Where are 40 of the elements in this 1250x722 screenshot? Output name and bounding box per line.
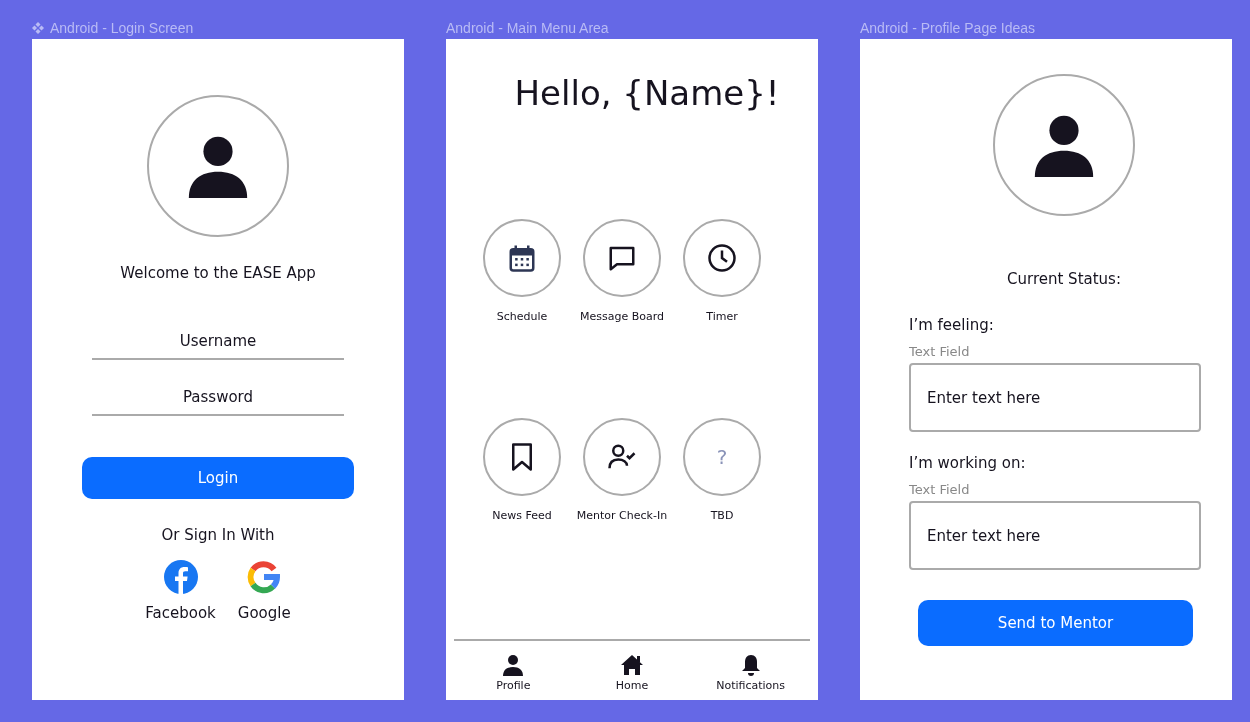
menu-tile-button[interactable] [483,219,561,297]
text-field[interactable]: Password [92,360,344,416]
provider-label[interactable]: Google [237,604,291,622]
nav-item[interactable]: Notifications [695,653,806,692]
text-input-field[interactable]: Enter text here [909,363,1201,432]
send-to-mentor-button[interactable]: Send to Mentor [918,600,1193,646]
clock-icon [707,243,737,273]
text-input-field[interactable]: Enter text here [909,501,1201,570]
text-field[interactable]: Username [92,312,344,360]
menu-tile-button[interactable] [583,219,661,297]
welcome-text: Welcome to the EASE App [120,264,316,282]
field-label: I’m feeling: [909,316,995,334]
nav-item[interactable]: Profile [458,653,569,692]
menu-tile-button[interactable] [483,418,561,496]
tile-label: Message Board [578,310,665,325]
tile-label: Mentor Check-In [576,509,668,524]
home-icon [620,653,644,677]
tile-label: TBD [709,509,735,524]
tile-label: Timer [705,310,739,325]
provider-label[interactable]: Facebook [145,604,216,622]
tile-label: Schedule [495,310,549,325]
facebook-logo-icon [163,560,198,594]
frame-title: Android - Main Menu Area [446,19,609,36]
sign-in-prompt: Or Sign In With [161,526,275,544]
field-label: I’m working on: [909,454,1027,472]
calendar-icon [507,243,537,273]
person-icon [501,653,526,677]
frame-title: Android - Profile Page Ideas [860,19,1036,36]
menu-tile-button[interactable] [683,219,761,297]
nav-item[interactable]: Home [577,653,687,692]
status-heading: Current Status: [1006,270,1122,288]
google-logo-icon [247,560,282,594]
login-button[interactable]: Login [82,457,354,499]
frame-title: Android - Login Screen [50,19,194,36]
tile-label: News Feed [491,509,553,524]
question-mark-icon: ? [716,445,728,469]
field-hint: Text Field [909,482,971,497]
greeting-heading: Hello, {Name}! [513,73,780,113]
menu-tile-button[interactable] [583,418,661,496]
field-hint: Text Field [909,344,971,359]
